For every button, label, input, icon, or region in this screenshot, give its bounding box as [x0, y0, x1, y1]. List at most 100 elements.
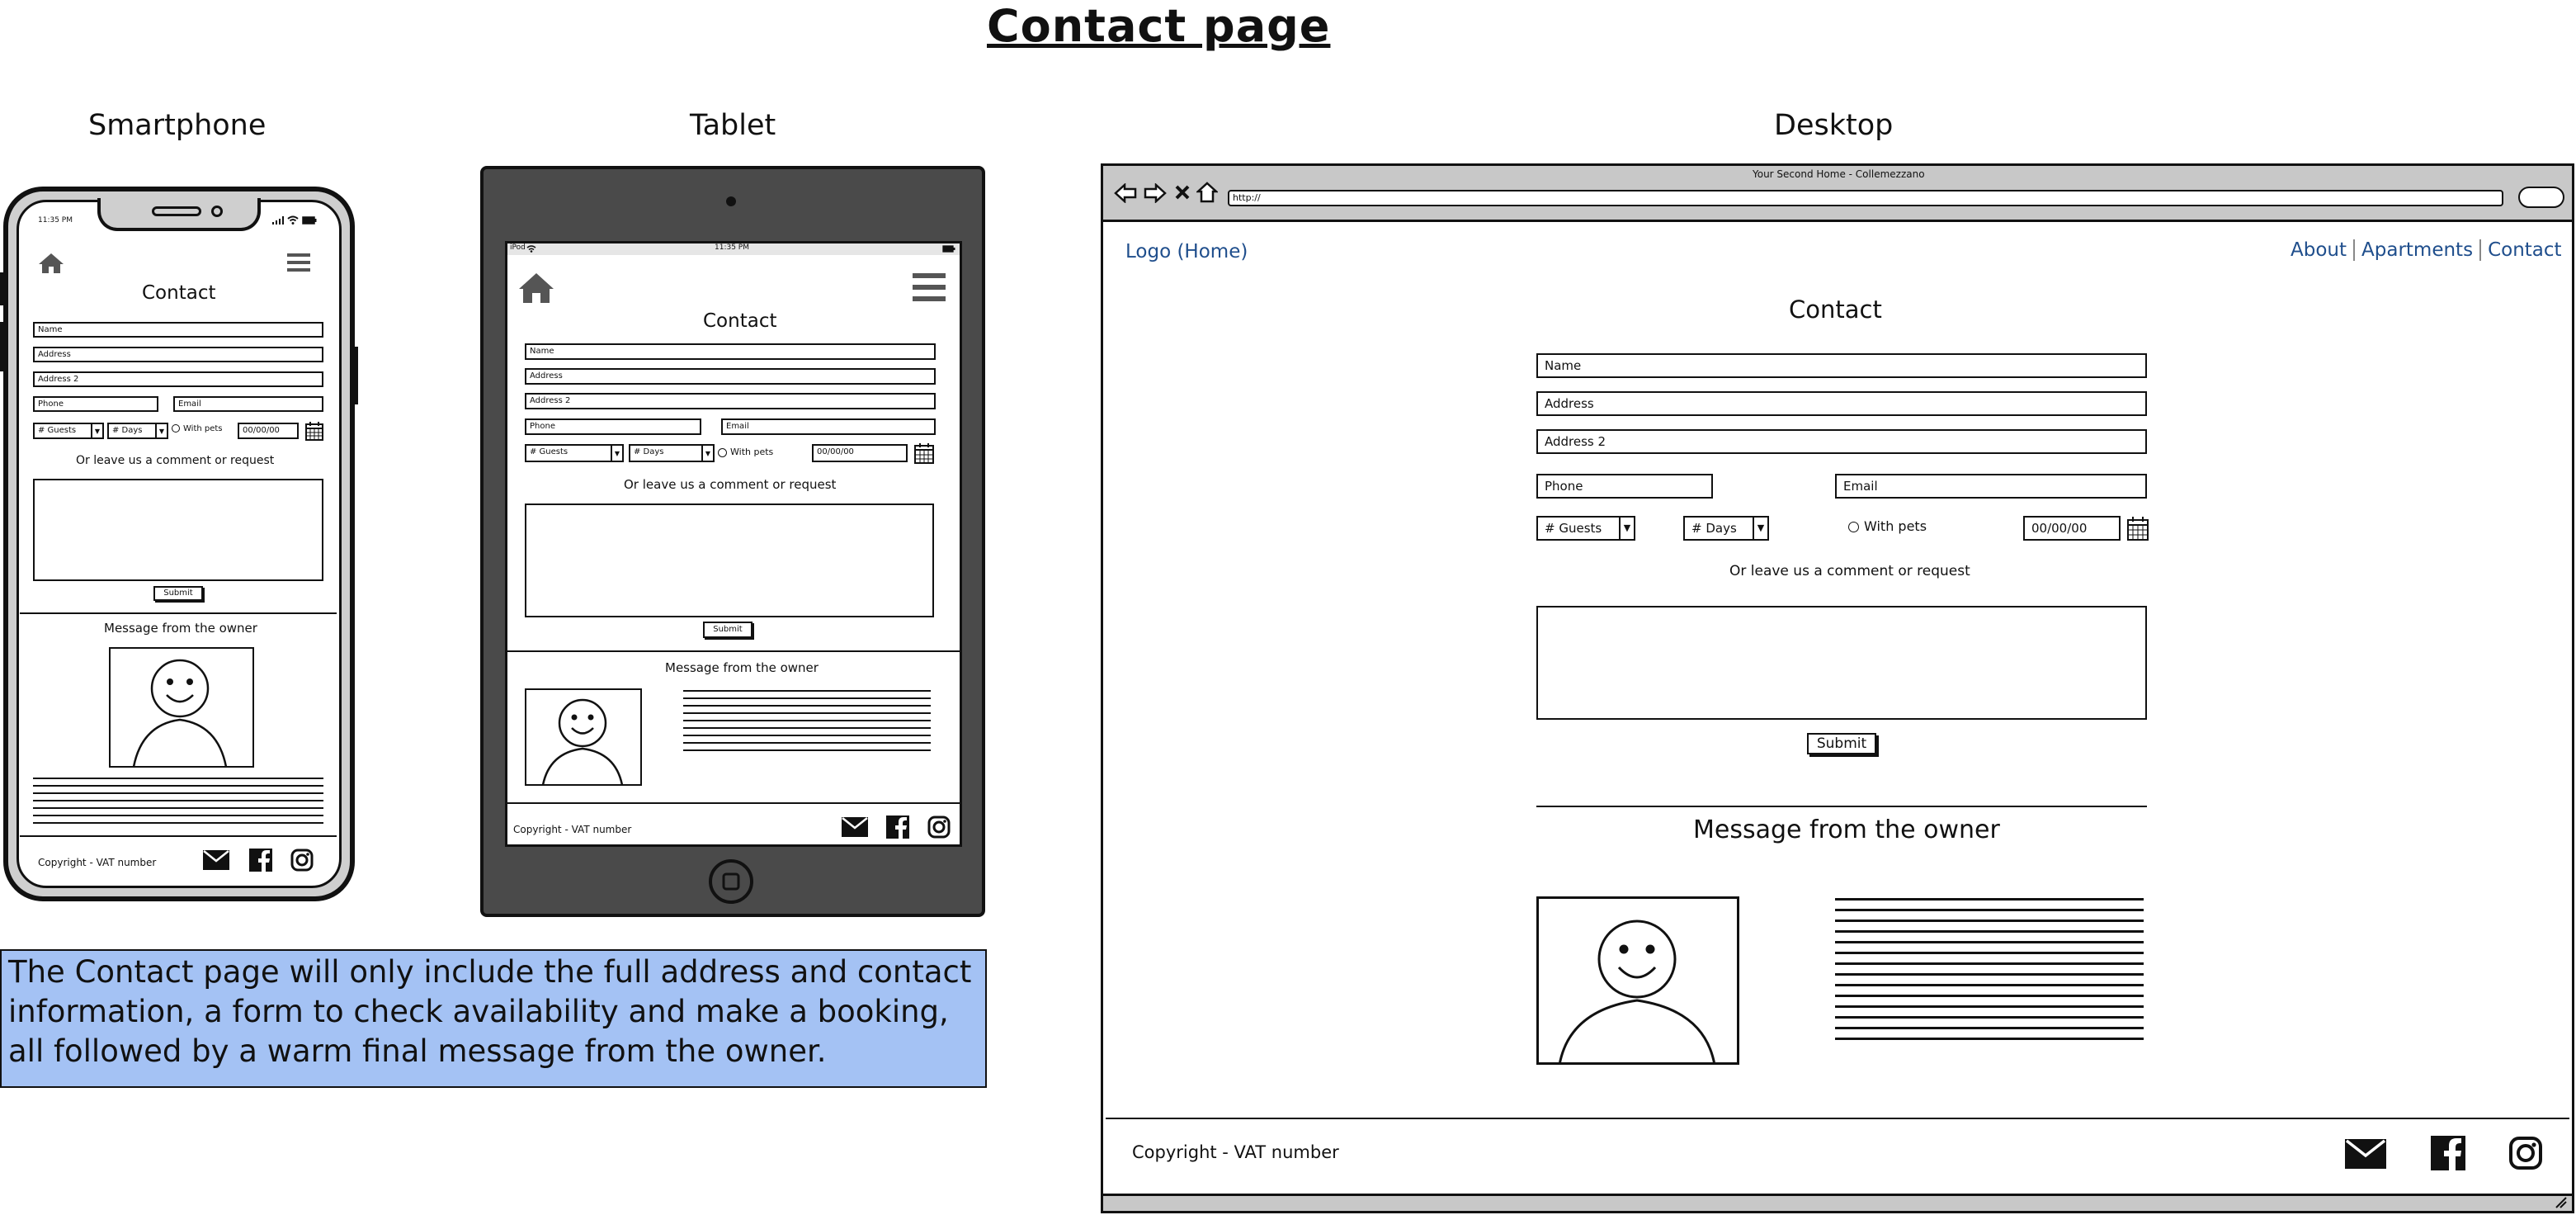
camera-icon — [726, 196, 736, 206]
url-bar[interactable]: http:// — [1228, 190, 2503, 206]
address2-field[interactable]: Address 2 — [33, 371, 323, 387]
phone-side-button — [353, 347, 358, 404]
signal-icon — [272, 216, 284, 225]
owner-heading: Message from the owner — [1693, 816, 2000, 844]
owner-heading: Message from the owner — [665, 660, 819, 675]
pets-radio[interactable]: With pets — [172, 424, 223, 433]
back-arrow-icon[interactable] — [1114, 183, 1137, 203]
footer-divider — [1106, 1118, 2569, 1119]
phone-field[interactable]: Phone — [33, 396, 158, 412]
comment-textarea[interactable] — [525, 503, 934, 617]
submit-button[interactable]: Submit — [153, 586, 203, 601]
address2-field[interactable]: Address 2 — [525, 393, 936, 409]
date-field[interactable]: 00/00/00 — [238, 423, 299, 439]
days-select[interactable]: # Days ▼ — [1683, 516, 1769, 541]
guests-select-label: # Guests — [38, 426, 77, 435]
hamburger-menu-icon[interactable] — [913, 272, 946, 302]
calendar-icon[interactable] — [305, 421, 323, 441]
email-field[interactable]: Email — [1835, 474, 2147, 499]
contact-heading: Contact — [703, 310, 777, 332]
battery-icon — [302, 216, 317, 225]
forward-arrow-icon[interactable] — [1144, 183, 1167, 203]
comment-textarea[interactable] — [33, 479, 323, 581]
email-field[interactable]: Email — [721, 418, 936, 435]
owner-heading: Message from the owner — [104, 621, 257, 636]
comment-textarea[interactable] — [1536, 606, 2147, 720]
hamburger-menu-icon[interactable] — [287, 253, 310, 272]
date-field[interactable]: 00/00/00 — [812, 444, 908, 462]
nav-separator — [2353, 239, 2356, 261]
phone-field[interactable]: Phone — [525, 418, 701, 435]
phone-side-button — [0, 322, 5, 371]
email-field[interactable]: Email — [173, 396, 323, 412]
mail-icon[interactable] — [203, 850, 229, 870]
name-field[interactable]: Name — [525, 343, 936, 360]
phone-field[interactable]: Phone — [1536, 474, 1713, 499]
days-select[interactable]: # Days ▼ — [629, 444, 715, 462]
footer-copyright: Copyright - VAT number — [513, 824, 632, 835]
facebook-icon[interactable] — [249, 849, 272, 872]
radio-icon — [718, 447, 727, 457]
pets-radio[interactable]: With pets — [1848, 518, 1927, 534]
close-icon[interactable] — [1175, 185, 1190, 200]
name-field[interactable]: Name — [33, 322, 323, 338]
phone-side-button — [0, 272, 5, 305]
chevron-down-icon: ▼ — [1619, 518, 1634, 539]
facebook-icon[interactable] — [2431, 1136, 2465, 1170]
browser-statusbar — [1103, 1194, 2572, 1211]
note-text: The Contact page will only include the f… — [8, 954, 972, 1069]
submit-button[interactable]: Submit — [703, 622, 753, 638]
nav-about[interactable]: About — [2286, 239, 2352, 261]
chevron-down-icon: ▼ — [611, 446, 622, 461]
pets-radio-label: With pets — [183, 424, 223, 433]
contact-heading: Contact — [142, 282, 216, 304]
resize-handle-icon[interactable] — [2555, 1197, 2568, 1208]
days-select-label: # Days — [1691, 521, 1737, 536]
tablet-status-device: iPod — [510, 243, 526, 252]
footer-copyright: Copyright - VAT number — [1132, 1142, 1339, 1162]
days-select[interactable]: # Days ▼ — [107, 423, 168, 439]
avatar-sketch-icon — [109, 647, 254, 768]
home-button-icon[interactable] — [708, 858, 754, 905]
wifi-icon — [526, 244, 536, 253]
nav-contact[interactable]: Contact — [2483, 239, 2566, 261]
home-icon[interactable] — [38, 253, 64, 274]
nav-apartments[interactable]: Apartments — [2357, 239, 2478, 261]
contact-heading: Contact — [1789, 295, 1882, 324]
divider — [1536, 806, 2147, 807]
address2-field[interactable]: Address 2 — [1536, 429, 2147, 454]
mail-icon[interactable] — [842, 817, 868, 837]
avatar-sketch-icon — [525, 688, 642, 786]
guests-select[interactable]: # Guests ▼ — [1536, 516, 1635, 541]
home-icon[interactable] — [518, 272, 554, 304]
date-field[interactable]: 00/00/00 — [2023, 516, 2121, 541]
note-box: The Contact page will only include the f… — [0, 949, 987, 1088]
submit-button[interactable]: Submit — [1807, 733, 1876, 754]
instagram-icon[interactable] — [927, 816, 951, 839]
calendar-icon[interactable] — [2127, 516, 2149, 541]
device-label-desktop: Desktop — [1774, 109, 1894, 142]
address-field[interactable]: Address — [1536, 391, 2147, 416]
pets-radio[interactable]: With pets — [718, 447, 773, 457]
owner-message-text — [33, 778, 323, 827]
address-field[interactable]: Address — [525, 368, 936, 385]
search-icon[interactable] — [2518, 187, 2564, 208]
guests-select[interactable]: # Guests ▼ — [525, 444, 624, 462]
facebook-icon[interactable] — [886, 816, 909, 839]
home-outline-icon[interactable] — [1196, 182, 1218, 203]
instagram-icon[interactable] — [2508, 1136, 2543, 1170]
footer-divider — [507, 802, 960, 804]
mail-icon[interactable] — [2345, 1139, 2386, 1169]
guests-select[interactable]: # Guests ▼ — [33, 423, 104, 439]
phone-status-time: 11:35 PM — [38, 216, 73, 225]
logo-home-link[interactable]: Logo (Home) — [1125, 241, 1248, 262]
calendar-icon[interactable] — [914, 442, 934, 464]
days-select-label: # Days — [112, 426, 143, 435]
divider — [507, 650, 960, 652]
instagram-icon[interactable] — [290, 849, 314, 872]
device-label-smartphone: Smartphone — [88, 109, 267, 142]
radio-icon — [1848, 522, 1859, 532]
name-field[interactable]: Name — [1536, 353, 2147, 378]
divider — [20, 612, 337, 614]
address-field[interactable]: Address — [33, 347, 323, 362]
